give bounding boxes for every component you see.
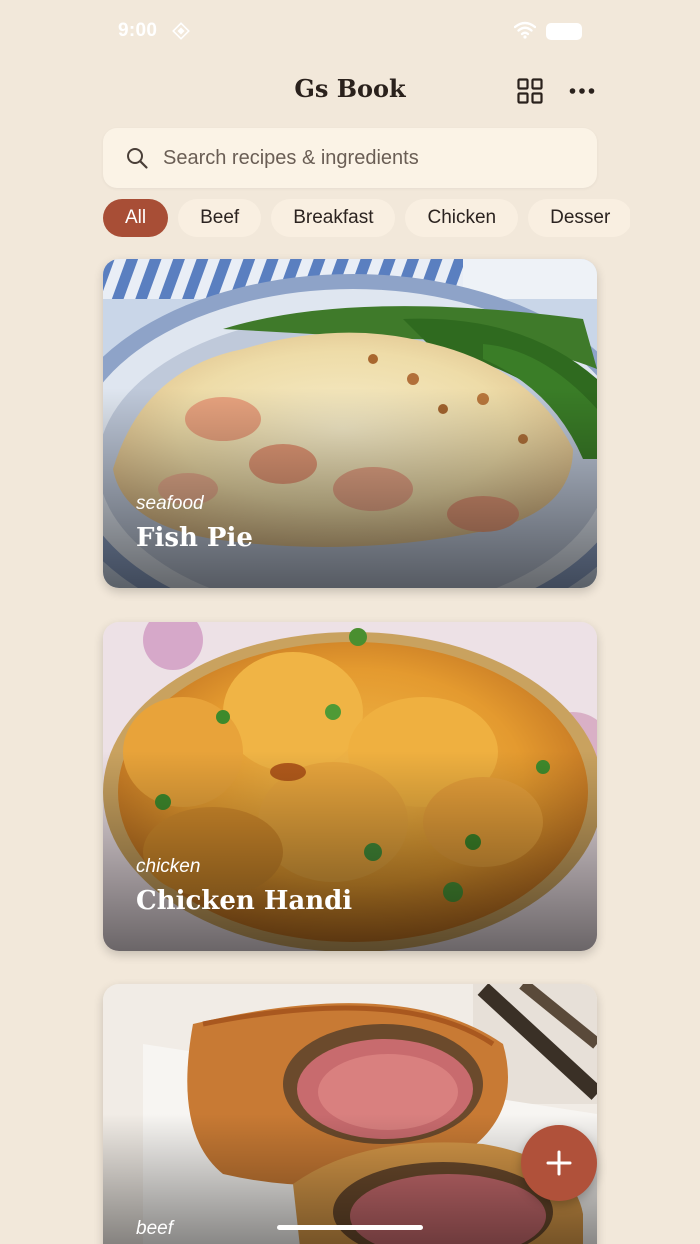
chip-beef[interactable]: Beef <box>178 199 262 237</box>
recipe-title: Fish Pie <box>136 523 253 553</box>
card-gradient <box>103 751 597 951</box>
recipe-card-beef[interactable]: beef <box>103 984 597 1244</box>
recipe-category: chicken <box>136 856 201 877</box>
search-input[interactable] <box>163 128 583 188</box>
diamond-icon <box>172 22 190 40</box>
chip-breakfast[interactable]: Breakfast <box>271 199 396 237</box>
recipe-title: Chicken Handi <box>136 886 353 916</box>
search-bar[interactable] <box>103 128 597 188</box>
recipe-category: beef <box>136 1218 173 1239</box>
chip-all[interactable]: All <box>103 199 169 237</box>
chip-dessert[interactable]: Desser <box>528 199 630 237</box>
recipe-category: seafood <box>136 493 204 514</box>
card-gradient <box>103 388 597 588</box>
status-bar: 9:00 <box>0 0 700 62</box>
recipe-card-fish-pie[interactable]: seafood Fish Pie <box>103 259 597 588</box>
category-chips: All Beef Breakfast Chicken Desser <box>103 199 630 239</box>
add-recipe-button[interactable] <box>521 1125 597 1201</box>
wifi-icon <box>514 21 536 39</box>
chip-chicken[interactable]: Chicken <box>405 199 519 237</box>
grid-view-icon <box>517 78 543 104</box>
search-icon <box>127 148 148 169</box>
battery-icon <box>546 23 582 40</box>
recipe-card-chicken-handi[interactable]: chicken Chicken Handi <box>103 622 597 951</box>
more-options-button[interactable] <box>566 75 598 107</box>
plus-icon <box>546 1150 572 1176</box>
grid-view-button[interactable] <box>514 75 546 107</box>
home-indicator[interactable] <box>277 1225 423 1230</box>
status-time: 9:00 <box>118 20 158 41</box>
more-icon <box>569 88 595 94</box>
